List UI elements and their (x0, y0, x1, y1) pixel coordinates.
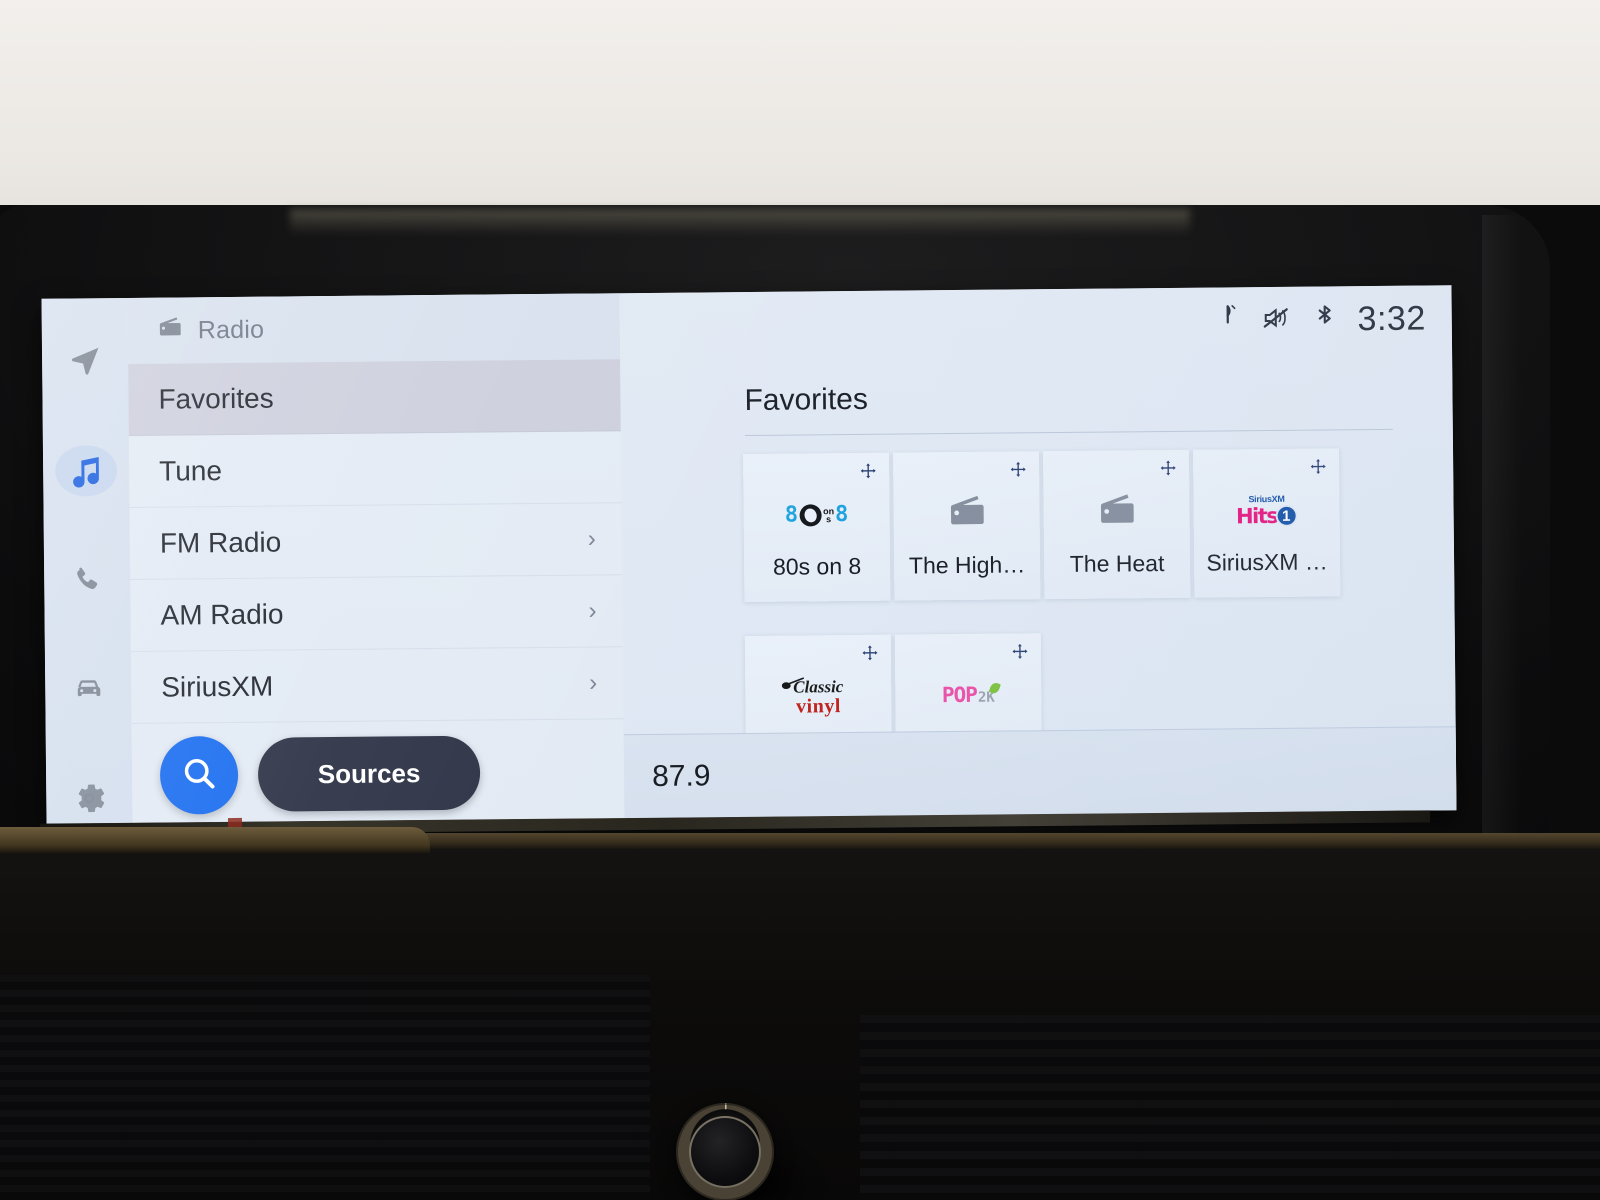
tile-artwork: POP 2K (942, 673, 1002, 718)
volume-power-knob[interactable] (676, 1103, 774, 1200)
sidebar-item-fm-radio[interactable]: FM Radio › (129, 503, 623, 580)
wireless-charging-icon (1215, 303, 1239, 338)
gear-icon (72, 781, 106, 815)
classic-vinyl-logo: Classic vinyl (781, 677, 843, 717)
chevron-right-icon: › (589, 668, 598, 697)
80s-on-8-logo: 8 on s 8 (784, 502, 849, 528)
page-title: Favorites (744, 382, 869, 418)
audio-muted-icon (1261, 304, 1291, 337)
air-vent-left (0, 975, 650, 1200)
list-header: Radio (127, 293, 621, 364)
current-frequency: 87.9 (651, 758, 711, 793)
drag-handle-icon[interactable] (1009, 460, 1027, 478)
favorite-tile[interactable]: The High… (893, 451, 1041, 601)
sidebar-item-vehicle[interactable] (57, 663, 119, 715)
generic-radio-icon (944, 489, 988, 538)
tile-artwork: Classic vinyl (781, 675, 843, 719)
chevron-right-icon: › (588, 596, 597, 625)
tile-label: 80s on 8 (772, 552, 862, 580)
console-trim-left (0, 827, 430, 853)
sidebar-item-phone[interactable] (56, 554, 118, 606)
sidebar-item-tune[interactable]: Tune (128, 431, 622, 508)
list-header-label: Radio (197, 315, 265, 344)
list-item-label: AM Radio (160, 597, 284, 631)
search-icon (179, 753, 219, 798)
car-dashboard: Radio Favorites Tune FM Radio › AM Radio › Sir… (0, 205, 1600, 1200)
tile-label: SiriusXM … (1206, 548, 1328, 576)
sidebar-item-navigation[interactable] (54, 334, 116, 386)
phone-icon (70, 563, 104, 597)
tile-artwork (1094, 490, 1138, 534)
center-console (0, 827, 1600, 1200)
drag-handle-icon[interactable] (861, 643, 879, 661)
favorite-tile[interactable]: SiriusXM Hits 1 SiriusXM … (1193, 448, 1341, 598)
app-rail (41, 297, 133, 824)
search-button[interactable] (159, 735, 239, 815)
chevron-right-icon: › (587, 524, 596, 553)
infotainment-screen: Radio Favorites Tune FM Radio › AM Radio › Sir… (41, 285, 1457, 824)
pop2k-logo: POP 2K (942, 681, 1002, 707)
bezel-highlight (290, 209, 1190, 235)
sidebar-item-am-radio[interactable]: AM Radio › (130, 575, 623, 652)
sources-button-label: Sources (317, 757, 421, 789)
tile-label: The Heat (1069, 550, 1165, 577)
status-bar: 3:32 (1215, 299, 1426, 340)
now-playing-bar[interactable]: 87.9 (623, 726, 1457, 819)
radio-icon (156, 313, 184, 348)
sidebar-item-favorites[interactable]: Favorites (128, 359, 621, 436)
drag-handle-icon[interactable] (1309, 457, 1327, 475)
bezel-edge (1482, 215, 1522, 835)
tile-artwork: SiriusXM Hits 1 (1236, 489, 1298, 534)
sources-button[interactable]: Sources (257, 735, 481, 812)
tile-label: The High… (908, 551, 1026, 579)
drag-handle-icon[interactable] (859, 462, 877, 480)
tile-artwork: 8 on s 8 (785, 493, 849, 538)
list-item-label: Tune (159, 454, 223, 487)
list-actions: Sources (132, 732, 625, 815)
title-divider (744, 428, 1393, 437)
drag-handle-icon[interactable] (1159, 459, 1177, 477)
siriusxm-hits1-logo: SiriusXM Hits 1 (1236, 494, 1298, 528)
music-note-icon (67, 452, 105, 490)
sidebar-item-siriusxm[interactable]: SiriusXM › (130, 647, 624, 724)
list-item-label: SiriusXM (161, 670, 274, 703)
list-item-label: Favorites (158, 382, 274, 415)
generic-radio-icon (1094, 488, 1138, 537)
bluetooth-icon (1313, 302, 1335, 337)
background-wall (0, 0, 1600, 230)
drag-handle-icon[interactable] (1011, 642, 1029, 660)
tile-artwork (944, 492, 988, 536)
car-icon (70, 671, 106, 707)
source-list: Favorites Tune FM Radio › AM Radio › SiriusXM › (128, 359, 624, 724)
navigation-arrow-icon (68, 343, 102, 377)
favorite-tile[interactable]: The Heat (1043, 449, 1191, 600)
strip-marker (227, 817, 243, 828)
sidebar-item-settings[interactable] (58, 772, 120, 824)
list-item-label: FM Radio (159, 525, 282, 559)
content-panel: 3:32 Favorites 8 on s 8 80s on 8 The High… The… (619, 285, 1457, 819)
source-list-panel: Radio Favorites Tune FM Radio › AM Radio › Sir… (127, 293, 625, 823)
air-vent-right (860, 1015, 1600, 1200)
favorite-tile[interactable]: 8 on s 8 80s on 8 (743, 452, 891, 603)
clock: 3:32 (1357, 299, 1426, 339)
sidebar-item-media[interactable] (54, 445, 118, 497)
